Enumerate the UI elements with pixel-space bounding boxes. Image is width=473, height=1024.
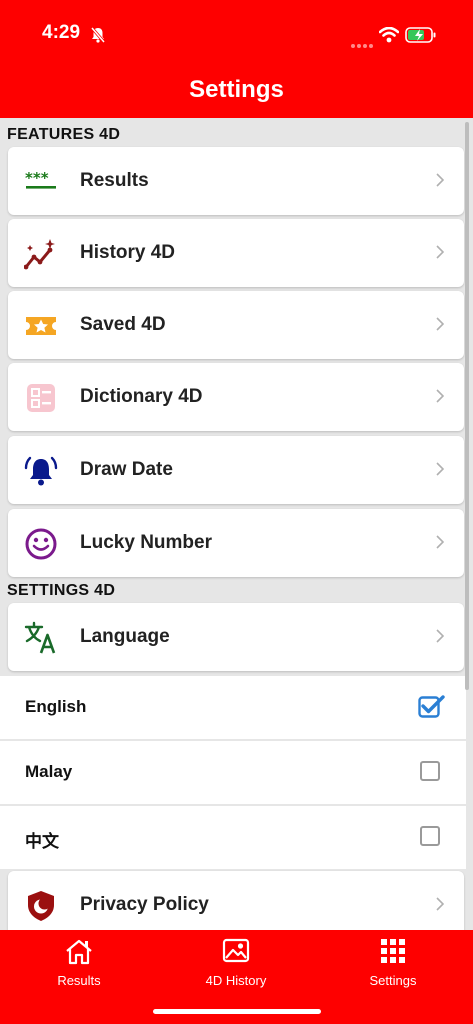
feature-item-history-4d[interactable]: History 4D (8, 219, 464, 287)
chevron-right-icon (436, 173, 445, 192)
settings-label: Privacy Policy (80, 894, 209, 915)
bell-slash-icon (90, 26, 106, 49)
shield-moon-icon (24, 889, 58, 923)
language-option-chinese[interactable]: 中文 (0, 806, 466, 869)
trend-sparkle-icon (23, 237, 58, 271)
settings-label: Language (80, 626, 170, 647)
chevron-right-icon (436, 629, 445, 648)
settings-item-privacy-policy[interactable]: Privacy Policy (8, 871, 464, 930)
chevron-right-icon (436, 897, 445, 916)
language-label: English (25, 697, 87, 716)
feature-label: Dictionary 4D (80, 386, 203, 407)
stars-underline-icon: *** (24, 165, 58, 199)
language-option-english[interactable]: English (0, 676, 466, 739)
wifi-icon (378, 26, 400, 48)
image-icon (222, 938, 250, 963)
tab-label: 4D History (205, 973, 267, 988)
feature-item-results[interactable]: *** Results (8, 147, 464, 215)
settings-list[interactable]: FEATURES 4D *** Results History 4D Saved… (0, 118, 473, 930)
settings-item-language[interactable]: Language (8, 603, 464, 671)
battery-charging-icon (405, 26, 437, 49)
translate-icon (24, 621, 58, 655)
tab-settings[interactable]: Settings (333, 930, 453, 1000)
tab-label: Results (57, 973, 101, 988)
tab-4d-history[interactable]: 4D History (176, 930, 296, 1000)
feature-item-lucky-number[interactable]: Lucky Number (8, 509, 464, 577)
language-label: Malay (25, 762, 73, 781)
feature-item-dictionary-4d[interactable]: Dictionary 4D (8, 363, 464, 431)
scrollbar[interactable] (465, 122, 469, 690)
svg-text:***: *** (25, 169, 49, 187)
chevron-right-icon (436, 245, 445, 264)
feature-label: Results (80, 170, 149, 191)
checkbox-checked-icon[interactable] (418, 694, 445, 723)
checklist-icon (24, 381, 58, 415)
home-icon (66, 939, 92, 965)
ticket-star-icon (24, 309, 58, 343)
feature-item-saved-4d[interactable]: Saved 4D (8, 291, 464, 359)
alarm-bell-icon (24, 454, 58, 488)
status-time: 4:29 (42, 22, 81, 43)
tab-label: Settings (369, 973, 417, 988)
language-label: 中文 (25, 832, 59, 851)
smiley-icon (24, 527, 58, 561)
tab-results[interactable]: Results (19, 930, 139, 1000)
section-header-settings: SETTINGS 4D (7, 582, 116, 599)
chevron-right-icon (436, 535, 445, 554)
chevron-right-icon (436, 389, 445, 408)
feature-label: Draw Date (80, 459, 173, 480)
home-indicator[interactable] (153, 1009, 321, 1014)
feature-label: Saved 4D (80, 314, 166, 335)
feature-label: History 4D (80, 242, 176, 263)
cellular-signal-icon (351, 36, 373, 54)
language-option-malay[interactable]: Malay (0, 741, 466, 804)
chevron-right-icon (436, 317, 445, 336)
grid-icon (381, 939, 405, 963)
checkbox-unchecked[interactable] (420, 826, 440, 846)
feature-item-draw-date[interactable]: Draw Date (8, 436, 464, 504)
page-title: Settings (189, 76, 284, 103)
app-header: 4:29 Settings (0, 0, 473, 118)
chevron-right-icon (436, 462, 445, 481)
feature-label: Lucky Number (80, 532, 212, 553)
checkbox-unchecked[interactable] (420, 761, 440, 781)
section-header-features: FEATURES 4D (7, 126, 121, 143)
